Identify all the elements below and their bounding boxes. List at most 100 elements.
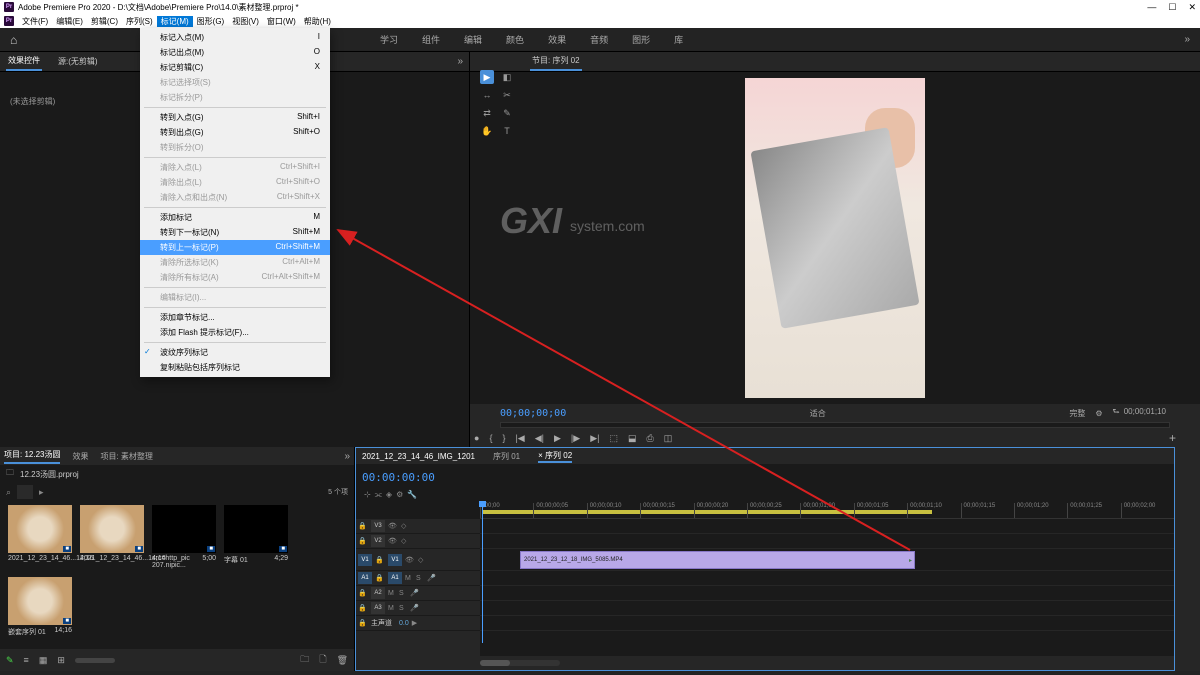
resolution-full[interactable]: 完整 [1069,408,1085,419]
mark-out-icon[interactable]: } [502,433,505,443]
hand-tool-icon[interactable]: ✋ [480,124,494,138]
proj-overflow-icon[interactable]: » [344,451,350,462]
menu-edit[interactable]: 编辑(E) [52,16,87,27]
bin-item[interactable]: ■ src=http_pic 207.nipic...5;00 [152,505,216,569]
new-item-icon[interactable]: 🗋 [319,652,326,668]
ws-library[interactable]: 库 [674,33,683,46]
track-master-header[interactable]: 🔒主声道0.0▶ [356,616,480,631]
settings-icon[interactable]: ⚙ [1095,409,1102,418]
track-a3-header[interactable]: 🔒A3MS🎤 [356,601,480,616]
dd-add-chapter[interactable]: 添加章节标记... [140,310,330,325]
add-marker-icon[interactable]: ● [474,433,479,443]
freeform-view-icon[interactable]: ⊞ [57,655,65,666]
minimize-button[interactable]: — [1147,2,1156,13]
dd-ripple-markers[interactable]: ✓波纹序列标记 [140,345,330,360]
thumb-size-slider[interactable] [75,658,115,663]
bin-item[interactable]: ■ 字幕 014;29 [224,505,288,569]
dd-mark-clip[interactable]: 标记剪辑(C)X [140,60,330,75]
menu-marker[interactable]: 标记(M) [157,16,193,27]
bin-item[interactable]: ■ 2021_12_23_14_46...14;16 [8,505,72,569]
track-v2-header[interactable]: 🔒V2👁◇ [356,534,480,549]
search-icon[interactable]: ⌕ [6,487,11,498]
ws-learning[interactable]: 学习 [380,33,398,46]
menu-view[interactable]: 视图(V) [228,16,263,27]
ws-audio[interactable]: 音频 [590,33,608,46]
marker-icon[interactable]: ◈ [386,490,392,500]
delete-icon[interactable]: 🗑 [337,655,348,666]
filter-bin-icon[interactable]: ▸ [39,487,44,498]
step-back-icon[interactable]: ◀| [535,433,544,444]
track-v1-header[interactable]: V1🔒V1👁◇ [356,549,480,571]
track-lanes[interactable]: 2021_12_23_12_18_IMG_5085.MP4▸ [480,519,1174,656]
selection-tool-icon[interactable]: ▶ [480,70,494,84]
track-a2-header[interactable]: 🔒A2MS🎤 [356,586,480,601]
dd-clear-sel-marker[interactable]: 清除所选标记(K)Ctrl+Alt+M [140,255,330,270]
program-timecode[interactable]: 00;00;00;00 [500,408,566,419]
track-v3-header[interactable]: 🔒V3👁◇ [356,519,480,534]
ws-assembly[interactable]: 组件 [422,33,440,46]
menu-window[interactable]: 窗口(W) [263,16,300,27]
tab-effect-controls[interactable]: 效果控件 [6,52,42,71]
mark-in-icon[interactable]: { [489,433,492,443]
dd-clear-in[interactable]: 清除入点(L)Ctrl+Shift+I [140,160,330,175]
linked-sel-icon[interactable]: ⫘ [375,490,382,500]
tab-program[interactable]: 节目: 序列 02 [530,52,582,71]
maximize-button[interactable]: ☐ [1168,2,1176,13]
dd-mark-out[interactable]: 标记出点(M)O [140,45,330,60]
close-button[interactable]: ✕ [1188,2,1196,13]
snap-icon[interactable]: ⊹ [364,490,371,500]
dd-mark-in[interactable]: 标记入点(M)I [140,30,330,45]
dd-clear-inout[interactable]: 清除入点和出点(N)Ctrl+Shift+X [140,190,330,205]
wrench-icon[interactable]: 🔧 [407,490,417,500]
dd-goto-out[interactable]: 转到出点(G)Shift+O [140,125,330,140]
slip-tool-icon[interactable]: ⇄ [480,106,494,120]
button-editor-icon[interactable]: + [1169,431,1176,445]
lift-icon[interactable]: ⬚ [609,433,618,444]
menu-help[interactable]: 帮助(H) [300,16,335,27]
dd-edit-marker[interactable]: 编辑标记(I)... [140,290,330,305]
tab-project-2[interactable]: 项目: 素材整理 [100,451,152,462]
ws-editing[interactable]: 编辑 [464,33,482,46]
menu-clip[interactable]: 剪辑(C) [87,16,122,27]
video-clip[interactable]: 2021_12_23_12_18_IMG_5085.MP4▸ [520,551,915,569]
step-forward-icon[interactable]: |▶ [571,433,580,444]
dd-add-flash[interactable]: 添加 Flash 提示标记(F)... [140,325,330,340]
dd-add-marker[interactable]: 添加标记M [140,210,330,225]
icon-view-icon[interactable]: ▦ [39,655,48,666]
menu-graphics[interactable]: 图形(G) [193,16,229,27]
dd-clear-all-markers[interactable]: 清除所有标记(A)Ctrl+Alt+Shift+M [140,270,330,285]
export-frame-icon[interactable]: ⎙ [646,433,653,444]
tl-seq1-tab[interactable]: 序列 01 [493,451,520,462]
bin-item[interactable]: ■ 2021_12_23_14_46...14;16 [80,505,144,569]
menu-file[interactable]: 文件(F) [18,16,52,27]
timeline-ruler[interactable]: ;00;00 00;00;00;05 00;00;00;10 00;00;00;… [480,503,1174,519]
workspace-overflow-icon[interactable]: » [1184,34,1190,45]
ws-color[interactable]: 颜色 [506,33,524,46]
ripple-tool-icon[interactable]: ↔ [480,88,494,102]
razor-tool-icon[interactable]: ✂ [500,88,514,102]
tool-2-icon[interactable]: ◧ [500,70,514,84]
ws-graphics[interactable]: 图形 [632,33,650,46]
play-icon[interactable]: ▶ [554,433,561,444]
type-tool-icon[interactable]: T [500,124,514,138]
tab-project-1[interactable]: 项目: 12.23汤圆 [4,449,60,464]
ws-effects[interactable]: 效果 [548,33,566,46]
settings-icon[interactable]: ⚙ [396,490,403,500]
goto-out-icon[interactable]: ▶| [590,433,599,444]
tl-source-tab[interactable]: 2021_12_23_14_46_IMG_1201 [362,452,475,461]
tab-source[interactable]: 源:(无剪辑) [56,53,100,70]
timeline-zoom-slider[interactable] [480,660,560,666]
track-a1-header[interactable]: A1🔒A1MS🎤 [356,571,480,586]
program-viewer[interactable] [745,78,925,398]
dd-clear-out[interactable]: 清除出点(L)Ctrl+Shift+O [140,175,330,190]
timeline-timecode[interactable]: 00:00:00:00 [362,471,435,484]
write-enable-icon[interactable]: ✎ [6,655,14,666]
dd-mark-selection[interactable]: 标记选择项(S) [140,75,330,90]
dd-mark-split[interactable]: 标记拆分(P) [140,90,330,105]
extract-icon[interactable]: ⬓ [628,433,637,444]
dd-copy-paste-markers[interactable]: 复制粘贴包括序列标记 [140,360,330,375]
search-input[interactable] [17,485,33,499]
dd-goto-split[interactable]: 转到拆分(O) [140,140,330,155]
pen-tool-icon[interactable]: ✎ [500,106,514,120]
tab-effects[interactable]: 效果 [72,451,88,462]
